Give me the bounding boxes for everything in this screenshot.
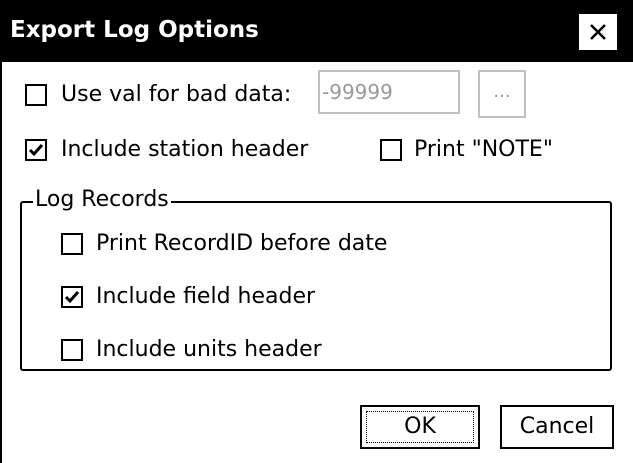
cancel-button[interactable]: Cancel (500, 405, 614, 449)
browse-button[interactable]: ... (478, 70, 526, 118)
include-field-header-label: Include field header (96, 284, 316, 309)
ok-button[interactable]: OK (360, 405, 480, 449)
bad-data-value-field[interactable]: -99999 (318, 70, 460, 114)
include-units-header-checkbox[interactable] (61, 339, 83, 361)
export-log-options-dialog: Export Log Options Use val for bad data:… (0, 0, 633, 463)
use-val-label: Use val for bad data: (61, 82, 292, 107)
include-units-header-label: Include units header (96, 337, 322, 362)
ok-button-label: OK (366, 411, 474, 443)
title-bar: Export Log Options (0, 0, 633, 62)
print-recordid-checkbox[interactable] (61, 233, 83, 255)
print-recordid-label: Print RecordID before date (96, 231, 388, 256)
close-button[interactable] (577, 12, 619, 52)
checkmark-icon (28, 144, 44, 157)
print-note-checkbox[interactable] (380, 139, 402, 161)
include-station-header-label: Include station header (61, 137, 309, 162)
log-records-group-label: Log Records (33, 187, 171, 213)
dialog-title: Export Log Options (10, 17, 259, 43)
use-val-checkbox[interactable] (25, 84, 47, 106)
print-note-label: Print "NOTE" (414, 137, 553, 162)
include-station-header-checkbox[interactable] (25, 139, 47, 161)
window-border (0, 62, 2, 463)
include-field-header-checkbox[interactable] (61, 286, 83, 308)
checkmark-icon (64, 291, 80, 304)
close-icon (590, 24, 606, 40)
